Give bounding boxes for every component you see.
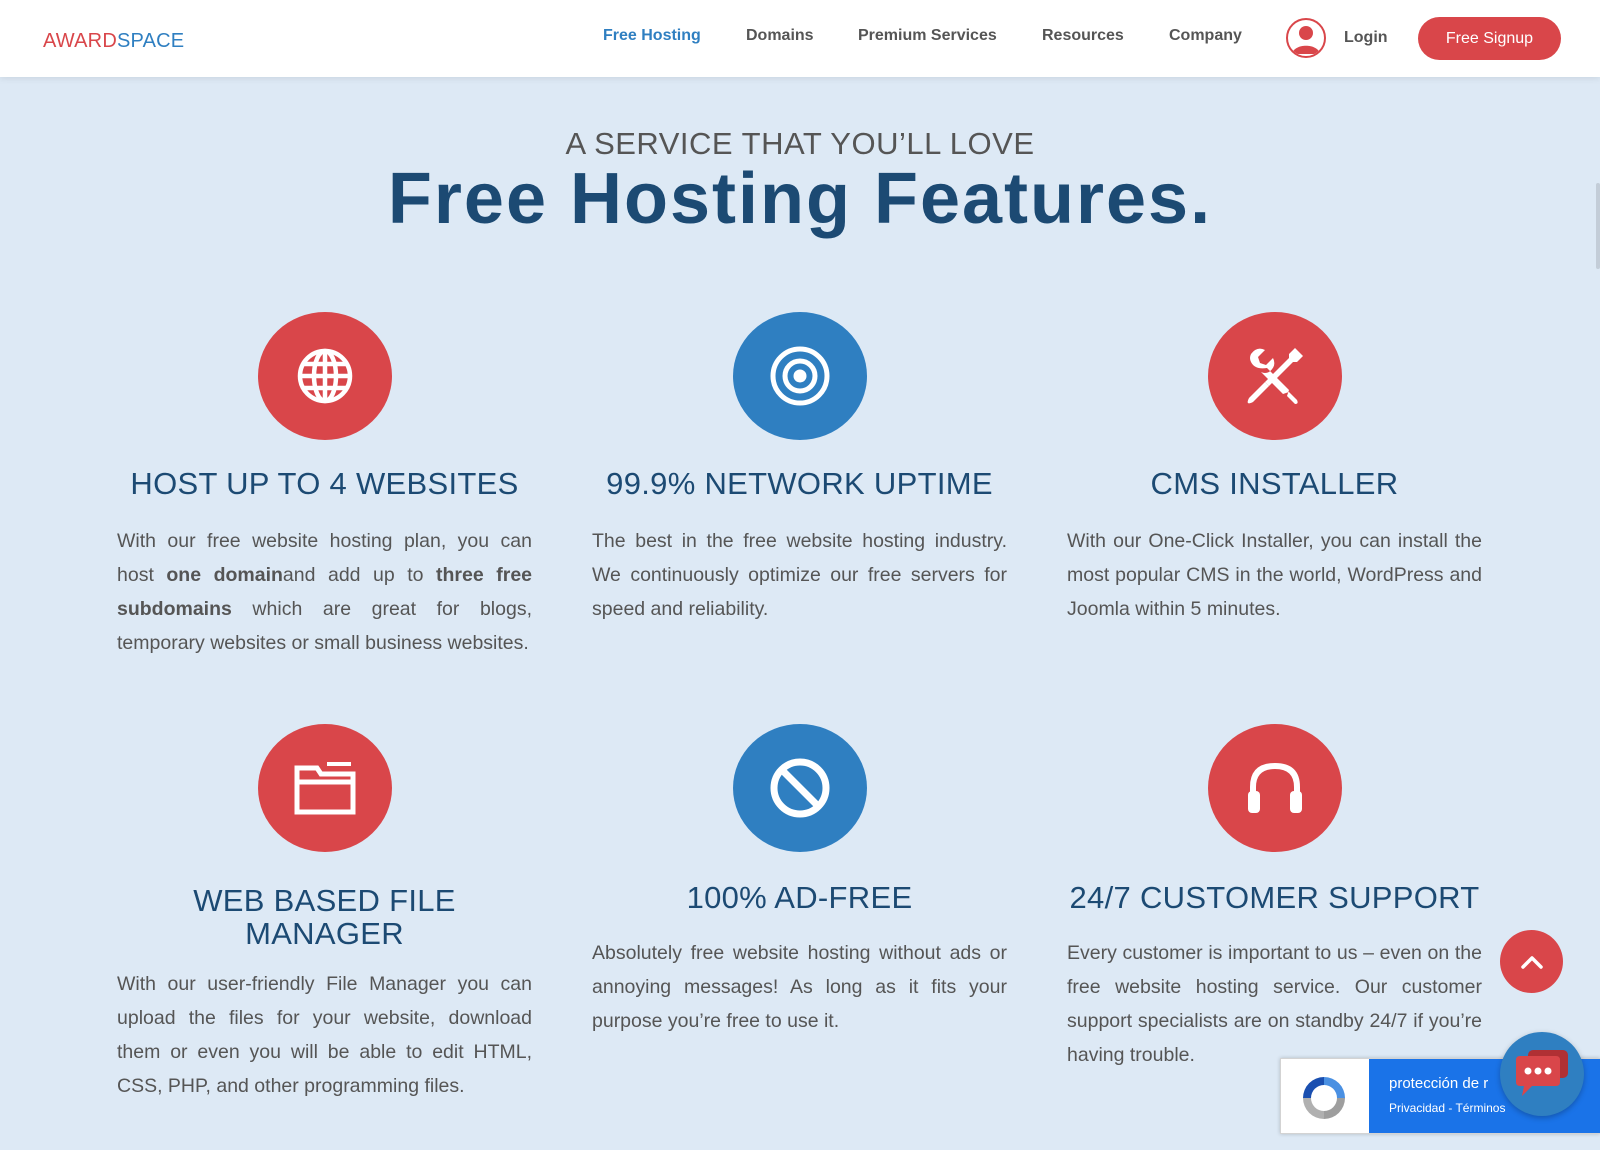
site-header: AWARDSPACE Free Hosting Domains Premium … bbox=[0, 0, 1600, 77]
nav-domains[interactable]: Domains bbox=[746, 27, 814, 45]
feature-title-line: MANAGER bbox=[245, 916, 404, 951]
nav-premium-services[interactable]: Premium Services bbox=[858, 27, 997, 45]
login-link[interactable]: Login bbox=[1286, 18, 1388, 58]
recaptcha-title: protección de r bbox=[1389, 1075, 1489, 1092]
nav-free-hosting[interactable]: Free Hosting bbox=[603, 27, 701, 45]
feature-icon-circle bbox=[258, 724, 392, 852]
section-title: Free Hosting Features. bbox=[387, 159, 1213, 239]
feature-description: Absolutely free website hosting without … bbox=[592, 942, 1007, 1032]
ban-icon bbox=[770, 758, 830, 818]
recaptcha-links[interactable]: Privacidad - Términos bbox=[1389, 1101, 1505, 1115]
feature-title: WEB BASED FILE MANAGER bbox=[117, 884, 532, 950]
chevron-up-icon bbox=[1520, 955, 1543, 969]
feature-icon-circle bbox=[258, 312, 392, 440]
feature-icon-circle bbox=[1208, 312, 1342, 440]
desc-text: and add up to bbox=[282, 564, 437, 586]
feature-icon-circle bbox=[733, 724, 867, 852]
feature-description: With our user-friendly File Manager you … bbox=[117, 973, 532, 1097]
tools-icon bbox=[1247, 348, 1303, 404]
feature-description: With our One-Click Installer, you can in… bbox=[1067, 530, 1482, 620]
nav-resources[interactable]: Resources bbox=[1042, 27, 1124, 45]
back-to-top-button[interactable] bbox=[1500, 930, 1563, 993]
feature-description: The best in the free website hosting ind… bbox=[592, 530, 1007, 620]
nav-company[interactable]: Company bbox=[1169, 27, 1242, 45]
chat-button[interactable] bbox=[1500, 1032, 1584, 1116]
feature-title: CMS INSTALLER bbox=[1150, 466, 1399, 501]
feature-title: HOST UP TO 4 WEBSITES bbox=[130, 466, 519, 501]
recaptcha-logo-icon bbox=[1303, 1077, 1345, 1119]
section-kicker: A SERVICE THAT YOU’LL LOVE bbox=[565, 126, 1035, 161]
logo-part-award: AWARD bbox=[43, 30, 117, 52]
feature-title: 99.9% NETWORK UPTIME bbox=[606, 466, 993, 501]
headphones-icon bbox=[1248, 763, 1302, 813]
feature-title: 100% AD-FREE bbox=[686, 880, 913, 915]
awardspace-logo[interactable]: AWARDSPACE bbox=[43, 30, 184, 53]
target-icon bbox=[770, 346, 830, 406]
feature-title: 24/7 CUSTOMER SUPPORT bbox=[1069, 880, 1480, 915]
folder-icon bbox=[294, 762, 356, 815]
feature-icon-circle bbox=[733, 312, 867, 440]
feature-icon-circle bbox=[1208, 724, 1342, 852]
login-label: Login bbox=[1344, 29, 1388, 46]
globe-icon bbox=[297, 348, 353, 404]
feature-description: With our free website hosting plan, you … bbox=[117, 524, 532, 660]
feature-title-line: WEB BASED FILE bbox=[193, 883, 456, 918]
user-avatar-icon bbox=[1286, 18, 1326, 58]
chat-bubble-icon bbox=[1516, 1050, 1568, 1096]
desc-bold: one domain bbox=[166, 564, 283, 586]
feature-description: Every customer is important to us – even… bbox=[1067, 942, 1482, 1066]
free-signup-button[interactable]: Free Signup bbox=[1418, 17, 1561, 60]
logo-part-space: SPACE bbox=[116, 30, 185, 52]
